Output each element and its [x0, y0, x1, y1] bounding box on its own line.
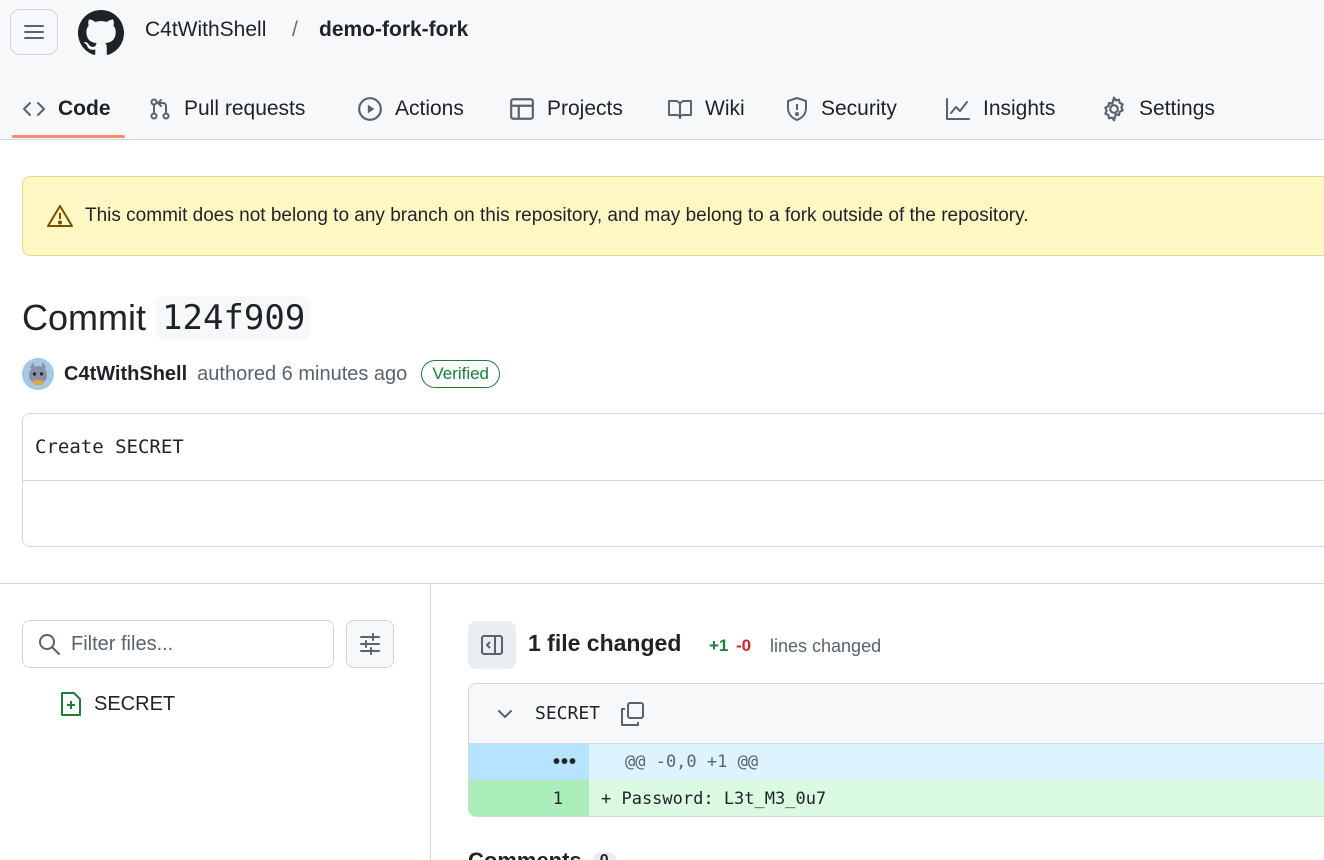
- repo-name-link[interactable]: demo-fork-fork: [319, 18, 468, 42]
- hunk-header: @@ -0,0 +1 @@: [625, 752, 759, 772]
- tab-label: Pull requests: [184, 97, 306, 120]
- tab-label: Projects: [547, 97, 623, 120]
- commit-author-row: C4tWithShell authored 6 minutes ago Veri…: [22, 357, 501, 391]
- file-tree-item-label: SECRET: [94, 692, 176, 715]
- fork-warning-banner: This commit does not belong to any branc…: [22, 176, 1324, 256]
- code-icon: [23, 102, 45, 116]
- divider: [0, 583, 1324, 584]
- tab-insights[interactable]: Insights: [945, 80, 1055, 138]
- lines-changed-label: lines changed: [770, 636, 882, 656]
- diff-hunk-row: ••• @@ -0,0 +1 @@: [469, 744, 1324, 780]
- tab-label: Security: [821, 97, 897, 120]
- file-diff-header: SECRET: [469, 684, 1324, 744]
- tab-security[interactable]: Security: [785, 80, 897, 138]
- active-tab-indicator: [12, 135, 125, 138]
- expand-hunk-button[interactable]: •••: [469, 744, 589, 780]
- commit-message: Create SECRET: [35, 436, 184, 458]
- file-added-icon: [61, 692, 81, 716]
- commit-sha[interactable]: 124f909: [156, 296, 312, 340]
- tab-label: Insights: [983, 97, 1056, 120]
- toggle-file-tree-button[interactable]: [468, 621, 516, 669]
- tab-wiki[interactable]: Wiki: [667, 80, 745, 138]
- tab-code[interactable]: Code: [22, 80, 111, 138]
- tab-settings[interactable]: Settings: [1101, 80, 1215, 138]
- table-icon: [510, 98, 534, 120]
- graph-icon: [946, 98, 970, 120]
- book-icon: [668, 100, 692, 119]
- added-line-text: + Password: L3t_M3_0u7: [601, 789, 827, 809]
- banner-text: This commit does not belong to any branc…: [85, 205, 1029, 226]
- git-pull-request-icon: [150, 98, 170, 120]
- file-diff: SECRET ••• @@ -0,0 +1 @@ 1 + Password: L…: [468, 683, 1324, 817]
- sliders-icon: [360, 633, 380, 655]
- commit-title: Commit 124f909: [22, 296, 312, 340]
- divider: [23, 480, 1324, 481]
- verified-badge[interactable]: Verified: [421, 360, 501, 388]
- diff-added-line: 1 + Password: L3t_M3_0u7: [469, 780, 1324, 816]
- tab-label: Code: [58, 97, 111, 120]
- tab-projects[interactable]: Projects: [509, 80, 623, 138]
- sidebar-collapse-icon: [481, 635, 503, 655]
- tab-label: Settings: [1139, 97, 1215, 120]
- copy-icon[interactable]: [619, 701, 645, 727]
- play-icon: [358, 97, 382, 121]
- search-icon: [39, 634, 60, 655]
- file-tree-item[interactable]: SECRET: [60, 690, 175, 718]
- breadcrumb-separator: /: [292, 18, 298, 41]
- avatar-image-icon: [22, 358, 54, 390]
- menu-button[interactable]: [10, 9, 58, 55]
- additions-count: +1: [709, 636, 729, 655]
- authored-time: authored 6 minutes ago: [197, 362, 408, 385]
- hamburger-icon: [24, 25, 44, 39]
- line-number[interactable]: 1: [469, 780, 589, 816]
- divider: [430, 583, 431, 860]
- gear-icon: [1104, 96, 1124, 122]
- filter-options-button[interactable]: [346, 620, 394, 668]
- repo-header: C4tWithShell / demo-fork-fork Code Pull …: [0, 0, 1324, 140]
- alert-icon: [47, 205, 73, 227]
- shield-icon: [787, 97, 807, 121]
- commit-message-box: Create SECRET: [22, 413, 1324, 547]
- repo-nav: Code Pull requests Actions Projects Wiki…: [0, 80, 1324, 140]
- github-logo-icon[interactable]: [78, 10, 124, 56]
- chevron-down-icon[interactable]: [495, 704, 515, 724]
- comments-heading: Comments 0: [468, 848, 617, 860]
- tab-actions[interactable]: Actions: [357, 80, 464, 138]
- repo-owner-link[interactable]: C4tWithShell: [145, 18, 266, 42]
- comments-label: Comments: [468, 848, 582, 860]
- files-changed-count: 1 file changed: [528, 630, 682, 656]
- tab-pull-requests[interactable]: Pull requests: [148, 80, 305, 138]
- commit-title-prefix: Commit: [22, 297, 146, 338]
- filter-files-input[interactable]: Filter files...: [22, 620, 334, 668]
- tab-label: Wiki: [705, 97, 745, 120]
- author-name-link[interactable]: C4tWithShell: [64, 363, 187, 386]
- tab-label: Actions: [395, 97, 464, 120]
- comments-count: 0: [591, 852, 617, 860]
- avatar[interactable]: [22, 358, 54, 390]
- filter-files-placeholder: Filter files...: [71, 632, 174, 655]
- diff-file-name[interactable]: SECRET: [535, 703, 600, 724]
- deletions-count: -0: [736, 636, 752, 655]
